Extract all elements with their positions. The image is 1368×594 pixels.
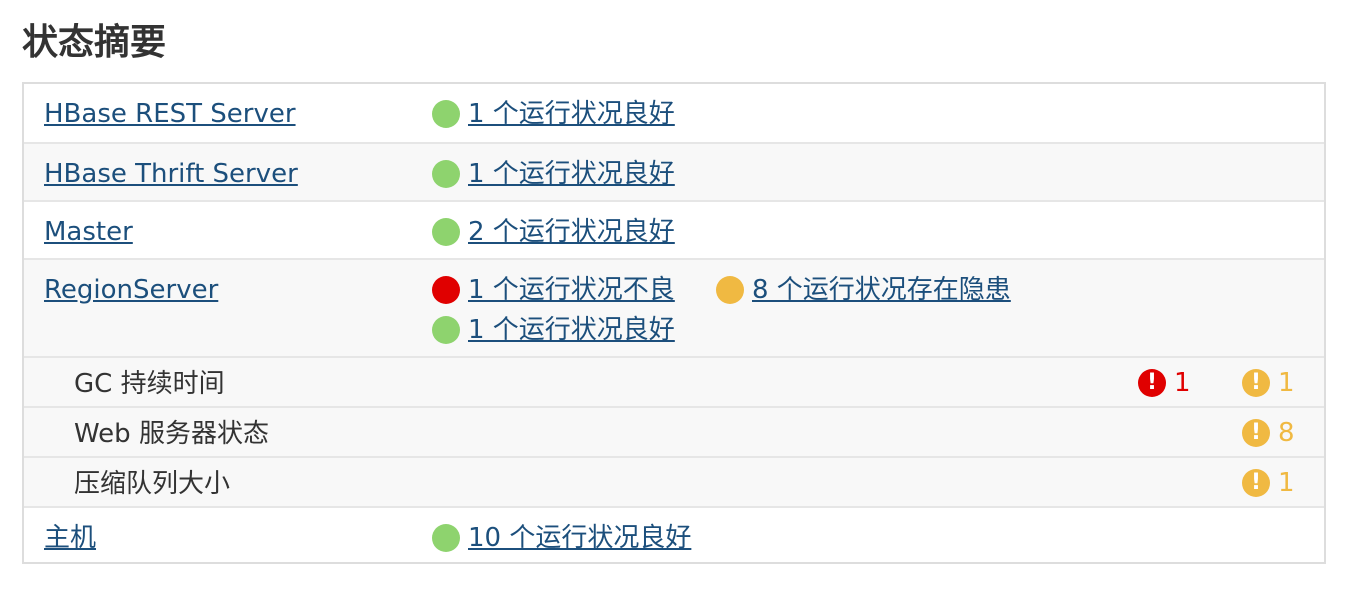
health-test-label: 压缩队列大小 (74, 469, 231, 499)
concerning-alert[interactable]: ! 8 (1242, 419, 1295, 447)
status-good: 1 个运行状况良好 (432, 156, 675, 192)
status-bad: 1 个运行状况不良 (432, 272, 675, 308)
status-good-link[interactable]: 10 个运行状况良好 (468, 520, 691, 556)
yellow-exclamation-icon: ! (1242, 419, 1270, 447)
service-link-master[interactable]: Master (44, 214, 133, 250)
red-exclamation-icon: ! (1138, 369, 1166, 397)
status-good: 10 个运行状况良好 (432, 520, 691, 556)
green-circle-icon (432, 218, 460, 246)
service-link-hbase-thrift-server[interactable]: HBase Thrift Server (44, 156, 298, 192)
service-row-master: Master 2 个运行状况良好 (24, 200, 1324, 258)
green-circle-icon (432, 100, 460, 128)
page-title: 状态摘要 (22, 22, 167, 63)
service-row-hosts: 主机 10 个运行状况良好 (24, 506, 1324, 562)
health-test-row-gc-duration: GC 持续时间 ! 1 ! 1 (24, 356, 1324, 406)
service-row-hbase-rest-server: HBase REST Server 1 个运行状况良好 (24, 84, 1324, 142)
status-good-link[interactable]: 1 个运行状况良好 (468, 156, 675, 192)
green-circle-icon (432, 524, 460, 552)
status-good: 1 个运行状况良好 (432, 96, 675, 132)
service-link-hbase-rest-server[interactable]: HBase REST Server (44, 96, 296, 132)
concerning-alert[interactable]: ! 1 (1242, 469, 1295, 497)
green-circle-icon (432, 160, 460, 188)
service-row-hbase-thrift-server: HBase Thrift Server 1 个运行状况良好 (24, 142, 1324, 200)
yellow-exclamation-icon: ! (1242, 369, 1270, 397)
status-summary-panel: HBase REST Server 1 个运行状况良好 HBase Thrift… (22, 82, 1326, 564)
health-test-row-compaction-queue-size: 压缩队列大小 ! 1 (24, 456, 1324, 506)
service-row-regionserver: RegionServer 1 个运行状况不良 8 个运行状况存在隐患 1 个运行… (24, 258, 1324, 356)
status-good-link[interactable]: 2 个运行状况良好 (468, 214, 675, 250)
concerning-count: 1 (1278, 468, 1295, 498)
yellow-circle-icon (716, 276, 744, 304)
concerning-count: 1 (1278, 368, 1295, 398)
red-circle-icon (432, 276, 460, 304)
concerning-count: 8 (1278, 418, 1295, 448)
health-test-label: GC 持续时间 (74, 369, 225, 399)
bad-alert[interactable]: ! 1 (1138, 369, 1191, 397)
status-concerning-link[interactable]: 8 个运行状况存在隐患 (752, 272, 1011, 308)
status-good-link[interactable]: 1 个运行状况良好 (468, 96, 675, 132)
service-link-regionserver[interactable]: RegionServer (44, 272, 218, 308)
service-link-hosts[interactable]: 主机 (44, 520, 96, 556)
yellow-exclamation-icon: ! (1242, 469, 1270, 497)
status-bad-link[interactable]: 1 个运行状况不良 (468, 272, 675, 308)
status-good: 1 个运行状况良好 (432, 312, 675, 348)
health-test-label: Web 服务器状态 (74, 419, 269, 449)
green-circle-icon (432, 316, 460, 344)
status-good: 2 个运行状况良好 (432, 214, 675, 250)
health-test-row-web-server-status: Web 服务器状态 ! 8 (24, 406, 1324, 456)
concerning-alert[interactable]: ! 1 (1242, 369, 1295, 397)
status-concerning: 8 个运行状况存在隐患 (716, 272, 1011, 308)
status-good-link[interactable]: 1 个运行状况良好 (468, 312, 675, 348)
bad-count: 1 (1174, 368, 1191, 398)
